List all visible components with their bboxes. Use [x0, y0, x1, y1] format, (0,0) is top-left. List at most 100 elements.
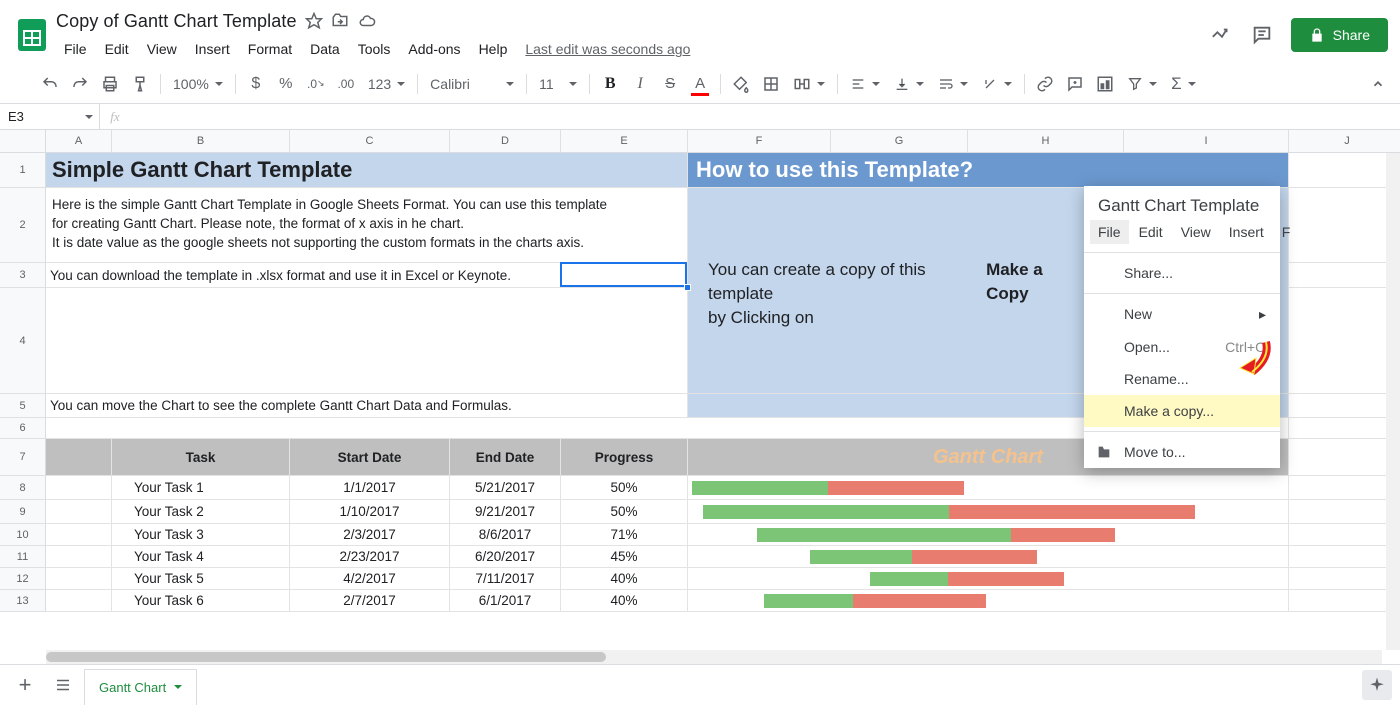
- popup-share[interactable]: Share...: [1084, 257, 1280, 289]
- task-prog: 50%: [561, 500, 688, 524]
- row-header-11[interactable]: 11: [0, 546, 46, 568]
- valign-button[interactable]: [888, 71, 930, 97]
- doc-title[interactable]: Copy of Gantt Chart Template: [56, 11, 297, 32]
- row-header-2[interactable]: 2: [0, 188, 46, 263]
- move-chart-note: You can move the Chart to see the comple…: [46, 394, 688, 418]
- currency-button[interactable]: $: [242, 70, 270, 98]
- col-header-C[interactable]: C: [290, 130, 450, 153]
- row-header-1[interactable]: 1: [0, 153, 46, 188]
- wrap-button[interactable]: [932, 71, 974, 97]
- fx-icon: fx: [100, 109, 130, 125]
- borders-button[interactable]: [757, 70, 785, 98]
- col-header-D[interactable]: D: [450, 130, 561, 153]
- star-icon[interactable]: [305, 12, 323, 30]
- row-header-12[interactable]: 12: [0, 568, 46, 590]
- merge-button[interactable]: [787, 71, 831, 97]
- undo-button[interactable]: [36, 70, 64, 98]
- task-start: 2/7/2017: [290, 590, 450, 612]
- task-name: Your Task 5: [112, 568, 290, 590]
- menu-help[interactable]: Help: [471, 37, 516, 61]
- paint-format-button[interactable]: [126, 70, 154, 98]
- col-header-B[interactable]: B: [112, 130, 290, 153]
- italic-button[interactable]: I: [626, 70, 654, 98]
- menu-format[interactable]: Format: [240, 37, 300, 61]
- explore-button[interactable]: [1362, 670, 1392, 700]
- redo-button[interactable]: [66, 70, 94, 98]
- selection-handle[interactable]: [684, 284, 691, 291]
- spreadsheet-grid[interactable]: ABCDEFGHIJK 12345678910111213 Simple Gan…: [0, 130, 1400, 664]
- intro-para: Here is the simple Gantt Chart Template …: [46, 188, 688, 263]
- task-end: 9/21/2017: [450, 500, 561, 524]
- task-prog: 45%: [561, 546, 688, 568]
- font-select[interactable]: Calibri: [424, 71, 520, 97]
- task-end: 6/1/2017: [450, 590, 561, 612]
- add-sheet-button[interactable]: +: [8, 670, 42, 700]
- col-header-A[interactable]: A: [46, 130, 112, 153]
- chart-button[interactable]: [1091, 70, 1119, 98]
- move-icon[interactable]: [331, 12, 349, 30]
- row-header-8[interactable]: 8: [0, 476, 46, 500]
- blank: [46, 288, 688, 394]
- horizontal-scrollbar[interactable]: [46, 650, 1382, 664]
- select-all-corner[interactable]: [0, 130, 46, 153]
- arrow-icon: [1236, 338, 1276, 391]
- all-sheets-button[interactable]: [46, 670, 80, 700]
- more-formats-select[interactable]: 123: [362, 71, 411, 97]
- comment-button[interactable]: [1061, 70, 1089, 98]
- dec-decrease-button[interactable]: .0↘: [302, 70, 330, 98]
- popup-make-copy[interactable]: Make a copy...: [1084, 395, 1280, 427]
- menu-addons[interactable]: Add-ons: [400, 37, 468, 61]
- blank: [1289, 418, 1400, 439]
- task-prog: 50%: [561, 476, 688, 500]
- print-button[interactable]: [96, 70, 124, 98]
- row-header-10[interactable]: 10: [0, 524, 46, 546]
- blank: [46, 568, 112, 590]
- last-edit-link[interactable]: Last edit was seconds ago: [525, 41, 690, 57]
- col-header-G[interactable]: G: [831, 130, 968, 153]
- text-color-button[interactable]: A: [686, 70, 714, 98]
- menu-insert[interactable]: Insert: [187, 37, 238, 61]
- collapse-toolbar-button[interactable]: [1364, 70, 1392, 98]
- sheets-logo[interactable]: [12, 15, 52, 55]
- sheet-tab-active[interactable]: Gantt Chart: [84, 669, 197, 705]
- col-header-I[interactable]: I: [1124, 130, 1289, 153]
- menu-file[interactable]: File: [56, 37, 95, 61]
- col-header-J[interactable]: J: [1289, 130, 1400, 153]
- font-size-select[interactable]: 11: [533, 71, 583, 97]
- row-header-9[interactable]: 9: [0, 500, 46, 524]
- dec-increase-button[interactable]: .00: [332, 70, 360, 98]
- fill-color-button[interactable]: [727, 70, 755, 98]
- col-header-H[interactable]: H: [968, 130, 1124, 153]
- row-header-6[interactable]: 6: [0, 418, 46, 439]
- row-header-5[interactable]: 5: [0, 394, 46, 418]
- activity-icon[interactable]: [1211, 24, 1233, 46]
- menu-data[interactable]: Data: [302, 37, 348, 61]
- row-header-7[interactable]: 7: [0, 439, 46, 476]
- strike-button[interactable]: S: [656, 70, 684, 98]
- popup-move[interactable]: Move to...: [1084, 436, 1280, 468]
- blank: [1289, 153, 1400, 188]
- percent-button[interactable]: %: [272, 70, 300, 98]
- col-header-F[interactable]: F: [688, 130, 831, 153]
- name-box[interactable]: E3: [0, 104, 100, 129]
- share-button[interactable]: Share: [1291, 18, 1388, 52]
- menu-view[interactable]: View: [139, 37, 185, 61]
- halign-button[interactable]: [844, 71, 886, 97]
- col-header-E[interactable]: E: [561, 130, 688, 153]
- row-header-3[interactable]: 3: [0, 263, 46, 288]
- vertical-scrollbar[interactable]: [1386, 153, 1400, 650]
- link-button[interactable]: [1031, 70, 1059, 98]
- row-header-13[interactable]: 13: [0, 590, 46, 612]
- bold-button[interactable]: B: [596, 70, 624, 98]
- popup-new[interactable]: New▸: [1084, 298, 1280, 331]
- task-start: 1/10/2017: [290, 500, 450, 524]
- menu-tools[interactable]: Tools: [350, 37, 399, 61]
- rotate-button[interactable]: [976, 71, 1018, 97]
- row-header-4[interactable]: 4: [0, 288, 46, 394]
- filter-button[interactable]: [1121, 71, 1163, 97]
- comments-icon[interactable]: [1251, 24, 1273, 46]
- menu-edit[interactable]: Edit: [97, 37, 137, 61]
- zoom-select[interactable]: 100%: [167, 71, 229, 97]
- functions-button[interactable]: Σ: [1165, 71, 1202, 97]
- cloud-icon[interactable]: [357, 12, 377, 30]
